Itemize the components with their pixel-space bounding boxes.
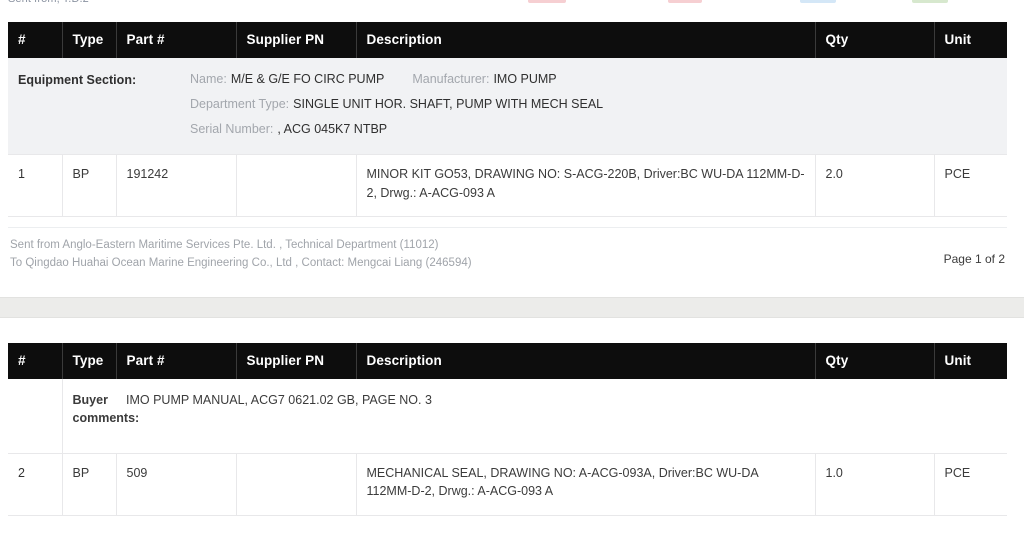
- equipment-value-department-type: SINGLE UNIT HOR. SHAFT, PUMP WITH MECH S…: [293, 97, 604, 112]
- cell-supplier: [235, 154, 357, 217]
- column-header-unit[interactable]: Unit: [934, 343, 1007, 379]
- buyer-comments-row: Buyer comments: IMO PUMP MANUAL, ACG7 06…: [8, 379, 1007, 455]
- document-page-1: # Type Part # Supplier PN Description Qt…: [0, 22, 1024, 277]
- column-header-qty[interactable]: Qty: [815, 22, 935, 58]
- column-header-part[interactable]: Part #: [116, 343, 237, 379]
- footer-sent-to: To Qingdao Huahai Ocean Marine Engineeri…: [10, 257, 472, 270]
- items-table-page-2: # Type Part # Supplier PN Description Qt…: [8, 343, 1007, 516]
- cell-unit: PCE: [933, 453, 1007, 516]
- column-header-desc[interactable]: Description: [356, 343, 816, 379]
- equipment-section-fields: Name: M/E & G/E FO CIRC PUMP Manufacturer:…: [190, 70, 997, 138]
- badge-sliver-blue: [800, 0, 836, 3]
- column-header-supplier[interactable]: Supplier PN: [236, 343, 357, 379]
- equipment-section-cell: Equipment Section: Name: M/E & G/E FO CIR…: [8, 58, 1007, 156]
- column-header-qty[interactable]: Qty: [815, 343, 935, 379]
- clipped-top-strip: Sent from, T.D.2: [0, 0, 1024, 16]
- equipment-value-manufacturer: IMO PUMP: [493, 72, 557, 86]
- items-table-page-1: # Type Part # Supplier PN Description Qt…: [8, 22, 1007, 217]
- clipped-top-text: Sent from, T.D.2: [8, 0, 89, 5]
- buyer-comments-blank: [934, 379, 1007, 455]
- table-row[interactable]: 2 BP 509 MECHANICAL SEAL, DRAWING NO: A-…: [8, 453, 1007, 516]
- footer-sent-from: Sent from Anglo-Eastern Maritime Service…: [10, 238, 439, 251]
- cell-part: 509: [115, 453, 237, 516]
- buyer-comments-text: IMO PUMP MANUAL, ACG7 0621.02 GB, PAGE N…: [116, 379, 934, 455]
- buyer-comments-num-spacer: [8, 379, 63, 455]
- column-header-part[interactable]: Part #: [116, 22, 237, 58]
- cell-num: 2: [8, 453, 63, 516]
- equipment-label-department-type: Department Type:: [190, 97, 290, 112]
- cell-qty: 2.0: [814, 154, 935, 217]
- cell-qty: 1.0: [814, 453, 935, 516]
- page-footer: Sent from Anglo-Eastern Maritime Service…: [8, 226, 1007, 277]
- document-viewer: Sent from, T.D.2 # Type Part # Supplier …: [0, 0, 1024, 555]
- column-header-supplier[interactable]: Supplier PN: [236, 22, 357, 58]
- badge-sliver-green: [912, 0, 948, 3]
- cell-part: 191242: [115, 154, 237, 217]
- equipment-section-title: Equipment Section:: [18, 73, 137, 87]
- equipment-label-serial-number: Serial Number:: [190, 122, 274, 137]
- document-page-2: # Type Part # Supplier PN Description Qt…: [0, 343, 1024, 516]
- cell-desc: MINOR KIT GO53, DRAWING NO: S-ACG-220B, …: [355, 154, 816, 217]
- buyer-comments-label: Buyer comments:: [61, 379, 139, 455]
- equipment-value-name: M/E & G/E FO CIRC PUMP: [230, 72, 385, 86]
- cell-supplier: [235, 453, 357, 516]
- column-header-type[interactable]: Type: [62, 22, 117, 58]
- column-header-type[interactable]: Type: [62, 343, 117, 379]
- page-indicator: Page 1 of 2: [943, 251, 1005, 266]
- equipment-line-name-manufacturer: Name: M/E & G/E FO CIRC PUMP Manufacturer:…: [190, 70, 997, 88]
- cell-unit: PCE: [933, 154, 1007, 217]
- table-row[interactable]: 1 BP 191242 MINOR KIT GO53, DRAWING NO: …: [8, 154, 1007, 217]
- badge-sliver-red-2: [668, 0, 702, 3]
- equipment-line-serial-number: Serial Number:, ACG 045K7 NTBP: [190, 120, 997, 138]
- cell-num: 1: [8, 154, 63, 217]
- equipment-value-serial-number: , ACG 045K7 NTBP: [277, 122, 388, 137]
- page-separator: [0, 297, 1024, 318]
- column-header-num[interactable]: #: [8, 22, 63, 58]
- equipment-label-manufacturer: Manufacturer:: [412, 72, 490, 86]
- cell-type: BP: [61, 453, 117, 516]
- equipment-section-row: Equipment Section: Name: M/E & G/E FO CIR…: [8, 58, 1007, 156]
- equipment-label-name: Name:: [190, 72, 227, 86]
- cell-type: BP: [61, 154, 117, 217]
- column-header-desc[interactable]: Description: [356, 22, 816, 58]
- equipment-line-department-type: Department Type: SINGLE UNIT HOR. SHAFT, …: [190, 95, 997, 113]
- footer-sender-info: Sent from Anglo-Eastern Maritime Service…: [8, 236, 472, 273]
- table-header-row: # Type Part # Supplier PN Description Qt…: [8, 343, 1007, 379]
- table-header-row: # Type Part # Supplier PN Description Qt…: [8, 22, 1007, 58]
- cell-desc: MECHANICAL SEAL, DRAWING NO: A-ACG-093A,…: [355, 453, 816, 516]
- badge-sliver-red-1: [528, 0, 566, 3]
- column-header-unit[interactable]: Unit: [934, 22, 1007, 58]
- column-header-num[interactable]: #: [8, 343, 63, 379]
